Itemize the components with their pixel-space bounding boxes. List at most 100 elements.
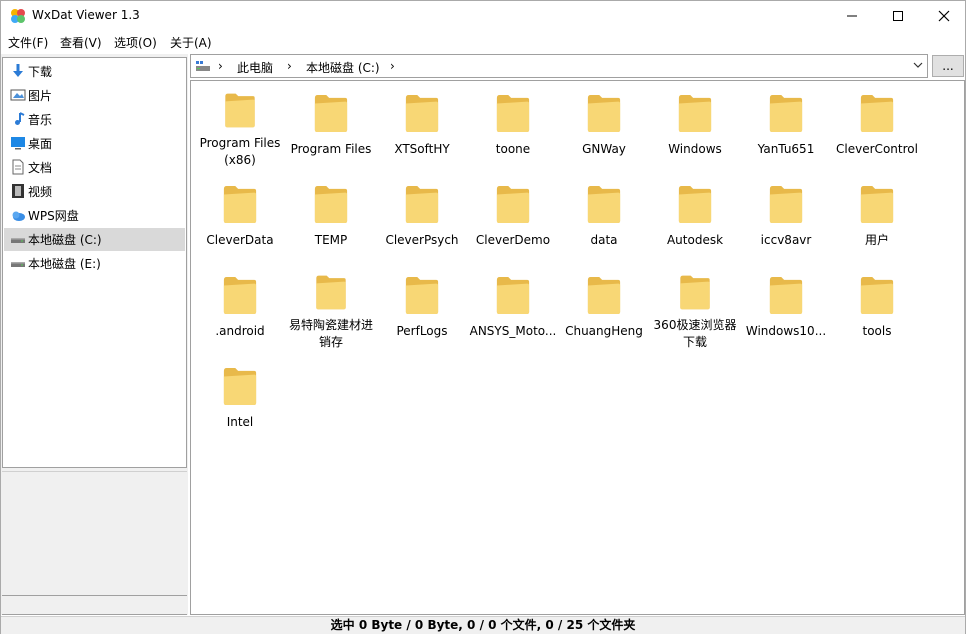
folder-item[interactable]: ANSYS_Moto... — [468, 265, 558, 351]
folder-item[interactable]: Autodesk — [650, 174, 740, 260]
title-bar: WxDat Viewer 1.3 — [1, 1, 965, 31]
folder-icon — [587, 277, 621, 314]
folder-item[interactable]: Windows — [650, 83, 740, 169]
menu-view[interactable]: 查看(V) — [60, 34, 102, 51]
tree-item-label: 本地磁盘 (E:) — [28, 257, 101, 271]
tree-item-label: 桌面 — [28, 137, 53, 151]
folder-icon — [769, 95, 803, 132]
breadcrumb-drive-c[interactable]: 本地磁盘 (C:) — [306, 59, 380, 76]
folder-label: PerfLogs — [396, 324, 448, 338]
folder-icon — [769, 186, 803, 223]
folder-label: 用户 — [864, 233, 889, 247]
folder-item[interactable]: XTSoftHY — [377, 83, 467, 169]
folder-item[interactable]: Program Files (x86) — [195, 83, 285, 169]
folder-item[interactable]: tools — [832, 265, 922, 351]
folder-item[interactable]: PerfLogs — [377, 265, 467, 351]
tree-item[interactable]: 文档 — [4, 156, 185, 179]
folder-item[interactable]: CleverData — [195, 174, 285, 260]
breadcrumb-separator: › — [218, 59, 223, 73]
computer-icon — [196, 61, 210, 71]
address-bar[interactable]: › 此电脑 › 本地磁盘 (C:) › — [190, 54, 928, 78]
app-logo-icon — [11, 9, 25, 23]
folder-label: toone — [495, 142, 531, 156]
folder-item[interactable]: 360极速浏览器下载 — [650, 265, 740, 351]
file-list[interactable]: Program Files (x86) Program Files XTSoftHY… — [190, 80, 965, 615]
folder-icon — [314, 186, 348, 223]
tree-item[interactable]: 本地磁盘 (E:) — [4, 252, 185, 275]
folder-icon — [223, 368, 257, 405]
folder-icon — [405, 95, 439, 132]
tree-item-label: 音乐 — [28, 113, 53, 127]
folder-label: 易特陶瓷建材进销存 — [288, 318, 373, 349]
folder-item[interactable]: toone — [468, 83, 558, 169]
tree-item-label: 图片 — [28, 89, 53, 103]
menu-about[interactable]: 关于(A) — [170, 34, 212, 51]
folder-item[interactable]: Program Files — [286, 83, 376, 169]
minimize-button[interactable] — [829, 1, 875, 31]
folder-label: CleverControl — [836, 142, 918, 156]
folder-item[interactable]: ChuangHeng — [559, 265, 649, 351]
folder-label: Program Files — [290, 142, 372, 156]
folder-icon — [496, 277, 530, 314]
maximize-button[interactable] — [875, 1, 921, 31]
folder-label: iccv8avr — [760, 233, 812, 247]
folder-label: Windows10... — [745, 324, 827, 338]
folder-icon — [405, 277, 439, 314]
tree-item[interactable]: 桌面 — [4, 132, 185, 155]
window-title: WxDat Viewer 1.3 — [32, 8, 140, 22]
folder-item[interactable]: TEMP — [286, 174, 376, 260]
browse-button[interactable]: ... — [932, 55, 964, 77]
folder-item[interactable]: 用户 — [832, 174, 922, 260]
menu-file[interactable]: 文件(F) — [8, 34, 48, 51]
tree-item[interactable]: 本地磁盘 (C:) — [4, 228, 185, 251]
drive-icon — [11, 238, 25, 243]
maximize-icon — [893, 11, 903, 21]
folder-item[interactable]: 易特陶瓷建材进销存 — [286, 265, 376, 351]
folder-icon — [316, 275, 346, 310]
chevron-down-icon[interactable] — [913, 60, 923, 70]
folder-icon — [496, 95, 530, 132]
folder-tree[interactable]: 下载图片音乐桌面文档 视频 WPS网盘本地磁盘 (C:) 本地磁盘 (E:) — [2, 57, 187, 468]
folder-item[interactable]: data — [559, 174, 649, 260]
tree-item-label: 本地磁盘 (C:) — [28, 233, 102, 247]
folder-icon — [860, 277, 894, 314]
document-icon — [12, 159, 24, 175]
tree-item[interactable]: WPS网盘 — [4, 204, 185, 227]
folder-item[interactable]: Windows10... — [741, 265, 831, 351]
tree-item[interactable]: 音乐 — [4, 108, 185, 131]
folder-icon — [223, 186, 257, 223]
folder-item[interactable]: Intel — [195, 356, 285, 442]
folder-label: Intel — [226, 415, 254, 429]
folder-item[interactable]: iccv8avr — [741, 174, 831, 260]
download-arrow-icon — [13, 64, 23, 77]
menu-options[interactable]: 选项(O) — [114, 34, 157, 51]
menu-bar: 文件(F) 查看(V) 选项(O) 关于(A) — [1, 31, 965, 52]
close-icon — [938, 10, 950, 22]
tree-item[interactable]: 下载 — [4, 60, 185, 83]
folder-icon — [225, 93, 255, 128]
tree-item[interactable]: 图片 — [4, 84, 185, 107]
minimize-icon — [847, 15, 857, 17]
folder-label: CleverPsych — [385, 233, 459, 247]
folder-icon — [860, 95, 894, 132]
folder-label: 360极速浏览器下载 — [653, 318, 737, 349]
music-note-icon — [15, 112, 25, 125]
desktop-icon — [11, 137, 25, 150]
folder-item[interactable]: .android — [195, 265, 285, 351]
folder-label: .android — [215, 324, 265, 338]
left-info-area — [2, 471, 187, 595]
folder-icon — [680, 275, 710, 310]
folder-item[interactable]: CleverDemo — [468, 174, 558, 260]
folder-item[interactable]: CleverControl — [832, 83, 922, 169]
folder-item[interactable]: CleverPsych — [377, 174, 467, 260]
folder-item[interactable]: GNWay — [559, 83, 649, 169]
folder-item[interactable]: YanTu651 — [741, 83, 831, 169]
folder-icon — [678, 186, 712, 223]
folder-label: ANSYS_Moto... — [469, 324, 557, 338]
tree-item[interactable]: 视频 — [4, 180, 185, 203]
folder-icon — [405, 186, 439, 223]
tree-item-label: 下载 — [28, 65, 53, 79]
close-button[interactable] — [921, 1, 966, 31]
breadcrumb-this-pc[interactable]: 此电脑 — [237, 59, 273, 76]
tree-item-label: WPS网盘 — [28, 209, 79, 223]
